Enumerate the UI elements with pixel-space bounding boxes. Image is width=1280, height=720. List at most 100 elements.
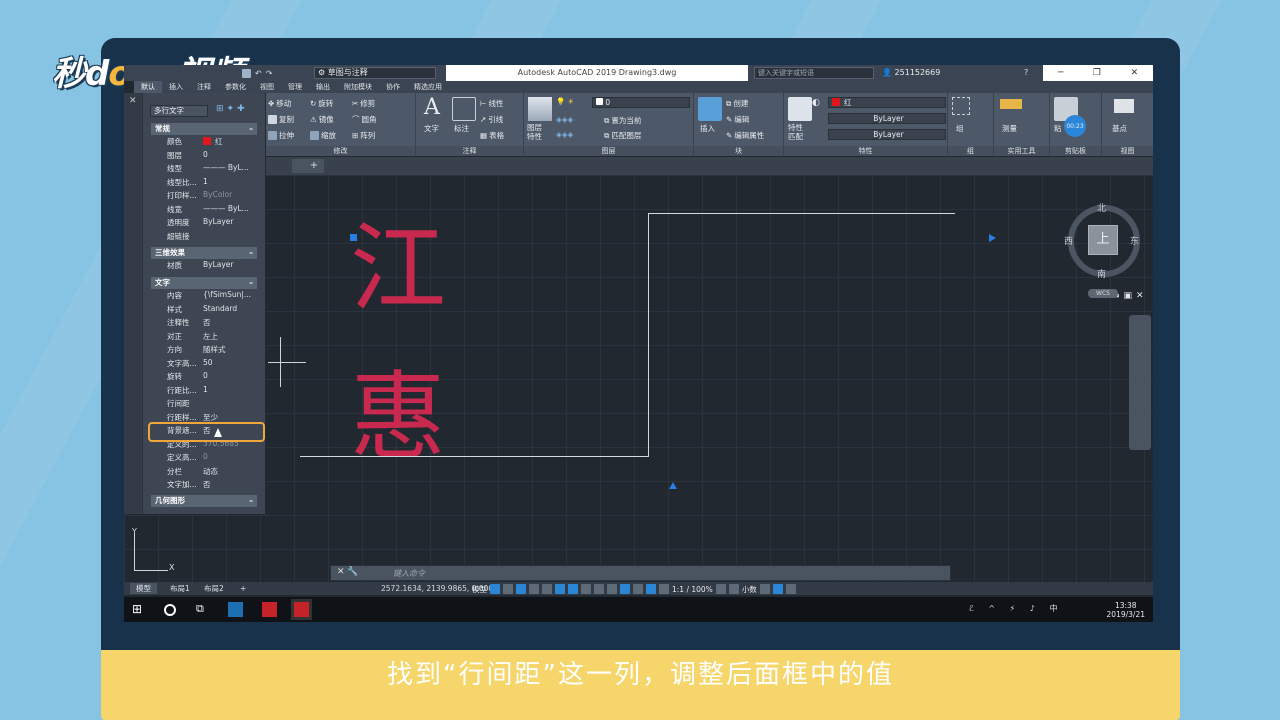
line-vertical[interactable]	[648, 213, 649, 457]
model-space-toggle[interactable]: 模型	[472, 584, 487, 595]
new-tab-button[interactable]: +	[308, 160, 320, 172]
units-dropdown[interactable]: 小数	[742, 584, 757, 595]
property-value[interactable]	[203, 231, 257, 245]
wcs-menu[interactable]: WCS	[1088, 289, 1118, 298]
property-value[interactable]: 否	[203, 479, 257, 493]
color-dropdown[interactable]: 红	[828, 97, 946, 108]
property-row[interactable]: 行距比... 1	[151, 385, 257, 399]
otrack-icon[interactable]	[555, 584, 565, 594]
property-value[interactable]: 0	[203, 150, 257, 164]
layer-tools-icons-2[interactable]: ◈◈◈	[556, 130, 573, 139]
edit-block-button[interactable]: ✎ 编辑	[726, 114, 749, 125]
section-3d-effects[interactable]: 三维效果 –	[151, 247, 257, 259]
workspace-select[interactable]: ⚙ 草图与注释	[314, 67, 436, 79]
close-icon[interactable]: ✕	[1131, 68, 1139, 78]
section-geometry[interactable]: 几何图形 –	[151, 495, 257, 507]
viewcube-south[interactable]: 南	[1097, 267, 1106, 280]
text-char-hui[interactable]: 惠	[350, 369, 446, 465]
paste-button[interactable]: 粘	[1054, 123, 1062, 134]
property-row[interactable]: 颜色 红	[151, 136, 257, 150]
tab-featured[interactable]: 精选应用	[407, 81, 449, 93]
property-row[interactable]: 旋转 0	[151, 371, 257, 385]
tab-default[interactable]: 默认	[134, 81, 162, 93]
tab-layout1[interactable]: 布局1	[164, 583, 196, 594]
match-layer-button[interactable]: ⧉ 匹配图层	[604, 130, 641, 141]
property-value[interactable]: ByLayer	[203, 217, 257, 231]
drawing-canvas[interactable]: ▬▣✕ 江 惠 Y X	[124, 175, 1153, 582]
property-value[interactable]: 红	[203, 136, 257, 150]
property-value[interactable]: 动态	[203, 466, 257, 480]
help-button[interactable]: ?	[1024, 65, 1028, 81]
edit-attribute-button[interactable]: ✎ 编辑属性	[726, 130, 764, 141]
property-row[interactable]: 图层 0	[151, 150, 257, 164]
windows-start-icon[interactable]: ⊞	[132, 602, 147, 617]
linetype-dropdown[interactable]: ByLayer	[828, 113, 946, 124]
tab-manage[interactable]: 管理	[281, 81, 309, 93]
property-row[interactable]: 样式 Standard	[151, 304, 257, 318]
property-row[interactable]: 线型比... 1	[151, 177, 257, 191]
create-block-button[interactable]: ⧉ 创建	[726, 98, 748, 109]
tab-annotate[interactable]: 注释	[190, 81, 218, 93]
measure-button[interactable]: 测量	[1002, 123, 1017, 134]
viewcube-east[interactable]: 东	[1130, 234, 1139, 247]
redo-icon[interactable]: ↷	[266, 69, 273, 78]
viewcube-north[interactable]: 北	[1097, 201, 1106, 214]
command-line[interactable]: ✕ 🔧 键入命令	[330, 565, 951, 581]
color-wheel-icon[interactable]: ◐	[812, 98, 820, 108]
layer-properties-button[interactable]: 图层 特性	[527, 123, 542, 141]
lineweight-icon[interactable]	[581, 584, 591, 594]
property-value[interactable]: ——— ByL...	[203, 204, 257, 218]
grip-arrow-right[interactable]	[989, 234, 996, 242]
ortho-icon[interactable]	[516, 584, 526, 594]
property-row[interactable]: 线宽 ——— ByL...	[151, 204, 257, 218]
property-row[interactable]: 透明度 ByLayer	[151, 217, 257, 231]
text-grip[interactable]	[350, 234, 357, 241]
text-icon[interactable]: A	[424, 95, 440, 120]
property-value[interactable]: ByLayer	[203, 260, 257, 274]
property-value[interactable]: {\fSimSun|...	[203, 290, 257, 304]
viewcube-west[interactable]: 西	[1064, 234, 1073, 247]
leader-button[interactable]: ↗ 引线	[480, 114, 503, 125]
task-view-icon[interactable]: ⧉	[196, 602, 211, 617]
property-value[interactable]	[203, 398, 257, 412]
annotation-icon[interactable]	[620, 584, 630, 594]
system-tray-icons[interactable]: ℰ ^ ⚡ ♪ 中	[969, 603, 1063, 614]
property-row[interactable]: 文字加... 否	[151, 479, 257, 493]
tab-layout2[interactable]: 布局2	[198, 583, 230, 594]
property-row[interactable]: 材质 ByLayer	[151, 260, 257, 274]
command-close-icon[interactable]: ✕ 🔧	[337, 567, 359, 577]
line-top[interactable]	[649, 213, 955, 214]
workspace-icon[interactable]	[633, 584, 643, 594]
snap-icon[interactable]	[503, 584, 513, 594]
move-button[interactable]: ✥ 移动	[268, 98, 291, 109]
insert-button[interactable]: 插入	[700, 123, 715, 134]
stretch-button[interactable]: 拉伸	[268, 130, 294, 141]
rotate-button[interactable]: ↻ 旋转	[310, 98, 333, 109]
property-value[interactable]: 左上	[203, 331, 257, 345]
property-row[interactable]: 方向 随样式	[151, 344, 257, 358]
minimize-icon[interactable]: ─	[1058, 68, 1063, 78]
property-row[interactable]: 超链接	[151, 231, 257, 245]
print-icon[interactable]	[242, 68, 251, 78]
autocad-app-icon[interactable]	[228, 602, 243, 617]
property-row[interactable]: 对正 左上	[151, 331, 257, 345]
command-input[interactable]: 键入命令	[393, 568, 425, 579]
selection-cycling-icon[interactable]	[607, 584, 617, 594]
lineweight-dropdown[interactable]: ByLayer	[828, 129, 946, 140]
dimension-button[interactable]: 标注	[454, 123, 469, 134]
linear-button[interactable]: ⊢ 线性	[480, 98, 504, 109]
property-row[interactable]: 线型 ——— ByL...	[151, 163, 257, 177]
property-row[interactable]: 打印样... ByColor	[151, 190, 257, 204]
property-value[interactable]: 否	[203, 317, 257, 331]
set-current-button[interactable]: ⧉ 置为当前	[604, 115, 641, 126]
tab-parametric[interactable]: 参数化	[218, 81, 253, 93]
annotation-scale[interactable]: 1:1 / 100%	[672, 585, 713, 594]
property-row[interactable]: 文字高... 50	[151, 358, 257, 372]
transparency-icon[interactable]	[594, 584, 604, 594]
property-value[interactable]: ——— ByL...	[203, 163, 257, 177]
property-row[interactable]: 内容 {\fSimSun|...	[151, 290, 257, 304]
property-value[interactable]: 1	[203, 385, 257, 399]
line-bottom[interactable]	[300, 456, 649, 457]
copy-button[interactable]: 复制	[268, 114, 294, 125]
mirror-button[interactable]: ⚠ 镜像	[310, 114, 334, 125]
